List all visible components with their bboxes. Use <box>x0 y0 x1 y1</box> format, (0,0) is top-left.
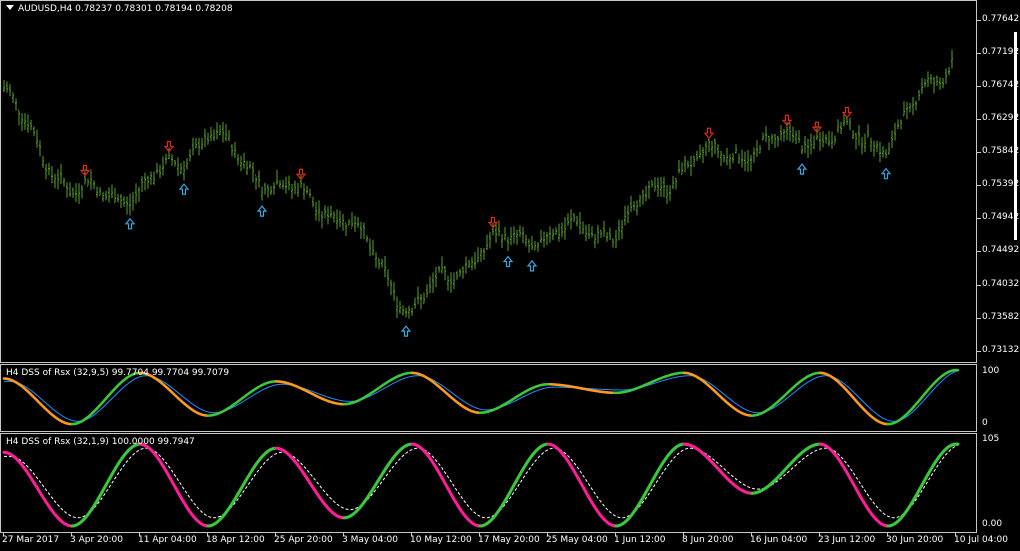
time-label: 25 Apr 20:00 <box>274 535 333 545</box>
price-tick <box>977 218 981 220</box>
indicator1-axis: 100 0 <box>977 364 1020 432</box>
up-arrow-icon <box>526 259 538 272</box>
price-tick <box>977 284 981 286</box>
indicator2-level-bottom: 0.00 <box>982 519 1003 529</box>
price-tick <box>977 151 981 153</box>
price-scale-scrollbar[interactable] <box>1014 32 1017 240</box>
indicator1-pane[interactable]: H4 DSS of Rsx (32,9,5) 99.7704 99.7704 9… <box>0 364 977 432</box>
time-label: 25 May 04:00 <box>546 535 608 545</box>
up-arrow-icon <box>400 325 412 337</box>
up-arrow-icon <box>502 255 514 268</box>
indicator2-axis: 105 0.00 <box>977 433 1020 533</box>
price-tick <box>977 185 981 187</box>
up-arrow-icon <box>124 217 136 230</box>
chart-title-text: AUDUSD,H4 0.78237 0.78301 0.78194 0.7820… <box>18 4 233 14</box>
time-label: 16 Jun 04:00 <box>750 535 808 545</box>
time-label: 23 Jun 12:00 <box>818 535 876 545</box>
time-label: 17 May 20:00 <box>478 535 540 545</box>
time-label: 10 May 12:00 <box>410 535 472 545</box>
time-label: 10 Jul 04:00 <box>954 535 1008 545</box>
price-tick <box>977 85 981 87</box>
up-arrow-icon <box>256 205 268 217</box>
time-label: 18 Apr 12:00 <box>206 535 265 545</box>
indicator1-title: H4 DSS of Rsx (32,9,5) 99.7704 99.7704 9… <box>6 368 230 378</box>
up-arrow-icon <box>880 167 892 180</box>
price-bars <box>3 49 953 319</box>
indicator2-canvas[interactable] <box>1 434 978 534</box>
price-label: 0.74032 <box>982 278 1020 289</box>
price-tick <box>977 52 981 54</box>
price-label: 0.77642 <box>982 13 1020 24</box>
signal-line <box>4 444 959 519</box>
price-label: 0.73132 <box>982 345 1020 356</box>
time-axis[interactable]: 27 Mar 2017 3 Apr 20:00 11 Apr 04:00 18 Apr… <box>0 533 1008 551</box>
time-label: 27 Mar 2017 <box>2 535 60 545</box>
price-label: 0.74492 <box>982 245 1020 256</box>
price-tick <box>977 118 981 120</box>
indicator2-pane[interactable]: H4 DSS of Rsx (32,1,9) 100.0000 99.7947 <box>0 433 977 533</box>
indicator1-level-bottom: 0 <box>982 418 988 428</box>
time-label: 30 Jun 20:00 <box>886 535 944 545</box>
chart-title: AUDUSD,H4 0.78237 0.78301 0.78194 0.7820… <box>6 4 233 14</box>
price-label: 0.73582 <box>982 312 1020 323</box>
chart-menu-triangle-icon[interactable] <box>6 5 14 10</box>
time-label: 11 Apr 04:00 <box>138 535 197 545</box>
time-label: 8 Jun 20:00 <box>682 535 734 545</box>
down-arrow-icon <box>703 127 715 140</box>
up-arrow-icon <box>178 183 190 195</box>
price-chart-pane[interactable]: AUDUSD,H4 0.78237 0.78301 0.78194 0.7820… <box>0 0 977 363</box>
price-tick <box>977 351 981 353</box>
time-label: 1 Jun 12:00 <box>614 535 666 545</box>
indicator2-level-top: 105 <box>982 434 1000 444</box>
price-tick <box>977 19 981 21</box>
price-tick <box>977 318 981 320</box>
time-label: 3 Apr 20:00 <box>70 535 123 545</box>
price-chart-canvas[interactable] <box>1 1 978 364</box>
up-arrow-icon <box>796 163 808 175</box>
price-tick <box>977 251 981 253</box>
indicator1-level-top: 100 <box>982 366 1000 376</box>
time-label: 3 May 04:00 <box>342 535 398 545</box>
indicator2-title: H4 DSS of Rsx (32,1,9) 100.0000 99.7947 <box>6 437 195 447</box>
